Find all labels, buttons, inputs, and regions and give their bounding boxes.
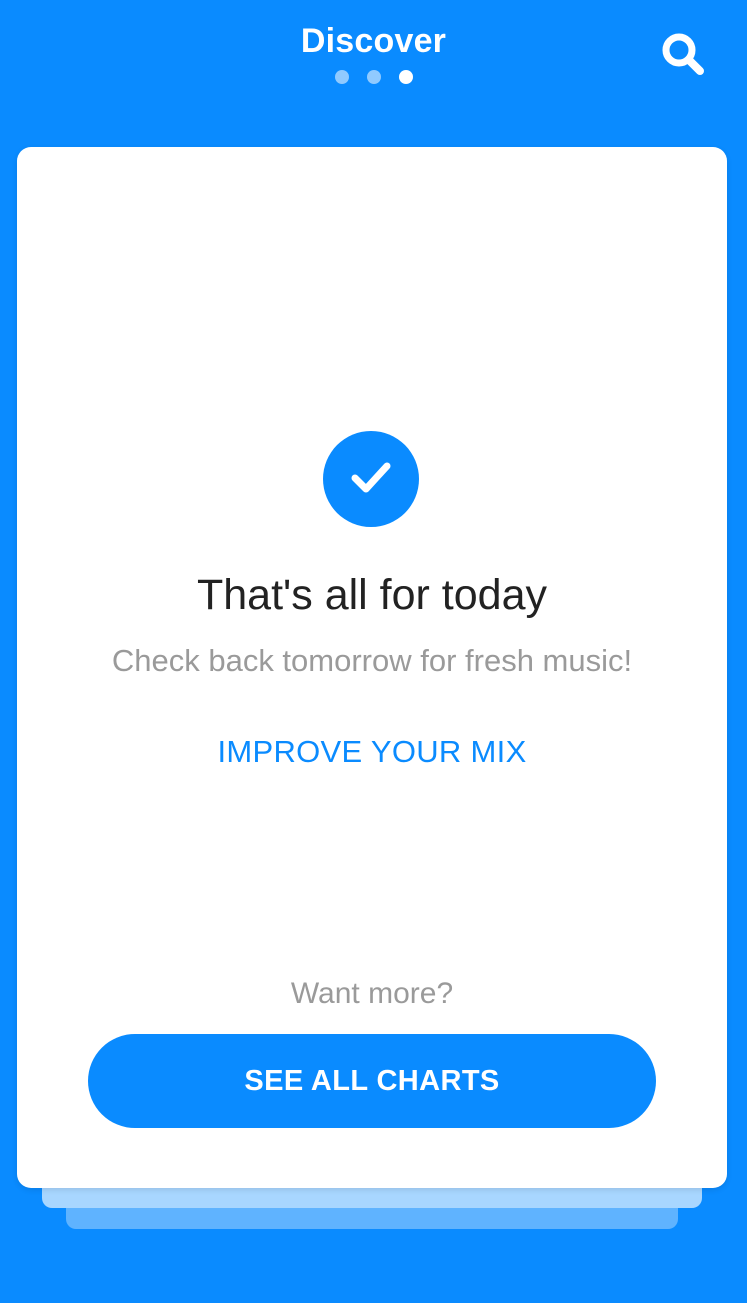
page-dot-3-active[interactable] (398, 70, 413, 84)
page-indicator (0, 70, 747, 84)
search-button[interactable] (659, 32, 707, 80)
search-icon (659, 30, 707, 83)
want-more-label: Want more? (290, 977, 454, 1010)
card-headline: That's all for today (197, 571, 547, 619)
checkmark-badge (323, 431, 419, 527)
checkmark-icon (345, 451, 397, 508)
card-subtext: Check back tomorrow for fresh music! (111, 643, 633, 678)
discover-card: That's all for today Check back tomorrow… (17, 147, 727, 1188)
page-title: Discover (300, 22, 447, 60)
improve-your-mix-link[interactable]: IMPROVE YOUR MIX (17, 734, 727, 770)
app-header: Discover (0, 0, 747, 140)
see-all-charts-button[interactable]: SEE ALL CHARTS (88, 1034, 656, 1128)
page-dot-2[interactable] (366, 70, 381, 84)
page-dot-1[interactable] (334, 70, 349, 84)
